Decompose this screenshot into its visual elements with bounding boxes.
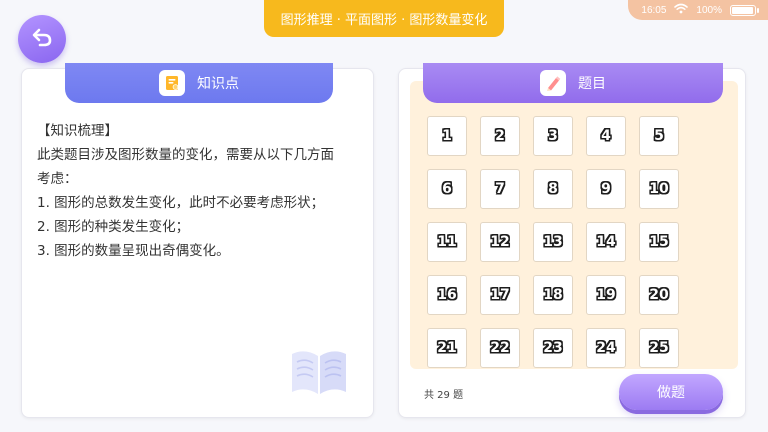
breadcrumb: 图形推理 · 平面图形 · 图形数量变化 bbox=[264, 0, 504, 37]
question-number: 5 bbox=[654, 128, 664, 144]
questions-header: 题目 bbox=[423, 63, 723, 103]
question-cell[interactable]: 20 bbox=[639, 275, 679, 315]
knowledge-content: 【知识梳理】 此类题目涉及图形数量的变化，需要从以下几方面 考虑： 1. 图形的… bbox=[37, 119, 367, 263]
question-cell[interactable]: 4 bbox=[586, 116, 626, 156]
question-number: 16 bbox=[437, 287, 457, 303]
question-number: 21 bbox=[437, 340, 457, 356]
question-cell[interactable]: 10 bbox=[639, 169, 679, 209]
question-cell[interactable]: 25 bbox=[639, 328, 679, 368]
question-number: 7 bbox=[495, 181, 505, 197]
knowledge-line: 1. 图形的总数发生变化，此时不必要考虑形状； bbox=[37, 195, 325, 211]
battery-fill bbox=[732, 6, 753, 14]
question-cell[interactable]: 13 bbox=[533, 222, 573, 262]
question-number: 19 bbox=[596, 287, 616, 303]
question-number: 11 bbox=[437, 234, 457, 250]
question-cell[interactable]: 23 bbox=[533, 328, 573, 368]
question-cell[interactable]: 16 bbox=[427, 275, 467, 315]
question-number: 25 bbox=[649, 340, 669, 356]
wifi-icon bbox=[674, 3, 689, 17]
knowledge-heading: 【知识梳理】 bbox=[37, 123, 118, 139]
question-grid-area: 1 2 3 4 5 6 7 8 9 10 11 12 13 14 15 16 17 18 19 20 21 22 23 24 2… bbox=[410, 81, 738, 369]
back-button[interactable] bbox=[18, 15, 66, 63]
knowledge-line: 3. 图形的数量呈现出奇偶变化。 bbox=[37, 243, 230, 259]
battery-icon bbox=[730, 4, 759, 16]
question-cell[interactable]: 19 bbox=[586, 275, 626, 315]
question-number: 4 bbox=[601, 128, 611, 144]
start-practice-label: 做题 bbox=[657, 385, 685, 401]
question-cell[interactable]: 3 bbox=[533, 116, 573, 156]
question-cell[interactable]: 2 bbox=[480, 116, 520, 156]
question-number: 24 bbox=[596, 340, 616, 356]
status-time: 16:05 bbox=[641, 4, 667, 16]
question-count: 共 29 题 bbox=[424, 390, 464, 401]
question-cell[interactable]: 21 bbox=[427, 328, 467, 368]
question-cell[interactable]: 7 bbox=[480, 169, 520, 209]
question-cell[interactable]: 17 bbox=[480, 275, 520, 315]
knowledge-line: 此类题目涉及图形数量的变化，需要从以下几方面 bbox=[37, 147, 334, 163]
knowledge-line: 2. 图形的种类发生变化； bbox=[37, 219, 190, 235]
start-practice-button[interactable]: 做题 bbox=[619, 374, 723, 410]
question-number: 18 bbox=[543, 287, 563, 303]
question-number: 23 bbox=[543, 340, 563, 356]
question-number: 9 bbox=[601, 181, 611, 197]
questions-card: 1 2 3 4 5 6 7 8 9 10 11 12 13 14 15 16 17 18 19 20 21 22 23 24 2… bbox=[398, 63, 746, 418]
question-number: 14 bbox=[596, 234, 616, 250]
question-cell[interactable]: 18 bbox=[533, 275, 573, 315]
pencil-icon bbox=[540, 70, 566, 96]
question-cell[interactable]: 1 bbox=[427, 116, 467, 156]
question-cell[interactable]: 22 bbox=[480, 328, 520, 368]
question-number: 6 bbox=[442, 181, 452, 197]
open-book-icon bbox=[288, 346, 350, 402]
question-number: 8 bbox=[548, 181, 558, 197]
question-cell[interactable]: 24 bbox=[586, 328, 626, 368]
status-bar: 16:05 100% bbox=[628, 0, 768, 20]
question-number: 17 bbox=[490, 287, 510, 303]
question-cell[interactable]: 9 bbox=[586, 169, 626, 209]
question-cell[interactable]: 6 bbox=[427, 169, 467, 209]
knowledge-card: 知识点 【知识梳理】 此类题目涉及图形数量的变化，需要从以下几方面 考虑： 1.… bbox=[21, 63, 374, 418]
question-number: 1 bbox=[442, 128, 452, 144]
knowledge-title: 知识点 bbox=[197, 76, 239, 92]
question-grid: 1 2 3 4 5 6 7 8 9 10 11 12 13 14 15 16 17 18 19 20 21 22 23 24 2… bbox=[427, 116, 679, 368]
question-cell[interactable]: 5 bbox=[639, 116, 679, 156]
question-cell[interactable]: 12 bbox=[480, 222, 520, 262]
question-cell[interactable]: 14 bbox=[586, 222, 626, 262]
question-number: 20 bbox=[649, 287, 669, 303]
note-icon bbox=[159, 70, 185, 96]
question-number: 2 bbox=[495, 128, 505, 144]
question-number: 12 bbox=[490, 234, 510, 250]
question-number: 3 bbox=[548, 128, 558, 144]
question-cell[interactable]: 8 bbox=[533, 169, 573, 209]
back-arrow-icon bbox=[30, 25, 54, 53]
question-number: 13 bbox=[543, 234, 563, 250]
question-cell[interactable]: 11 bbox=[427, 222, 467, 262]
knowledge-header: 知识点 bbox=[65, 63, 333, 103]
knowledge-line: 考虑： bbox=[37, 171, 78, 187]
question-number: 15 bbox=[649, 234, 669, 250]
questions-title: 题目 bbox=[578, 76, 606, 92]
breadcrumb-text: 图形推理 · 平面图形 · 图形数量变化 bbox=[280, 13, 488, 28]
battery-percentage: 100% bbox=[696, 4, 722, 16]
question-number: 22 bbox=[490, 340, 510, 356]
question-number: 10 bbox=[649, 181, 669, 197]
question-cell[interactable]: 15 bbox=[639, 222, 679, 262]
